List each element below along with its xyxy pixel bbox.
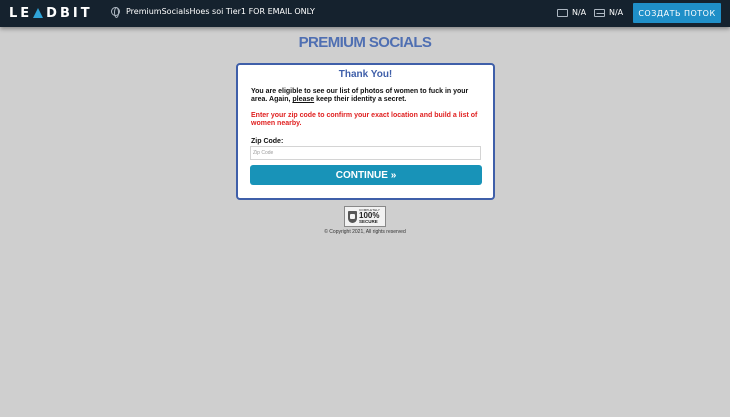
zip-warning-text: Enter your zip code to confirm your exac… [251,112,478,127]
continue-button[interactable]: CONTINUE » [250,165,482,185]
stat-balance[interactable]: N/A [557,8,586,17]
flow-name: PremiumSocialsHoes soi Tier1 FOR EMAIL O… [126,7,315,16]
triangle-a-icon [32,8,46,18]
brand-title: PREMIUM SOCIALS [298,34,432,51]
logo-text-right: DBIT [46,5,93,21]
zip-label: Zip Code: [251,138,284,145]
eligibility-text: You are eligible to see our list of phot… [251,88,483,104]
please-text: please [292,96,315,103]
zip-code-input[interactable] [250,146,481,160]
shield-lock-icon [348,210,357,223]
create-flow-button[interactable]: СОЗДАТЬ ПОТОК [633,3,721,23]
card-icon [557,8,568,17]
logo-text-left: LE [9,5,33,21]
stat-messages[interactable]: N/A [594,8,623,17]
secure-badge-mid: SECURE [359,218,378,224]
secure-badge: COMPLETELY 100% SECURE [344,206,386,227]
copyright-text: © Copyright 2021, All rights reserved [324,229,406,235]
globe-icon [111,7,120,18]
top-navbar: LE DBIT PremiumSocialsHoes soi Tier1 FOR… [0,0,730,27]
flow-selector[interactable]: PremiumSocialsHoes soi Tier1 FOR EMAIL O… [111,7,315,18]
stat-balance-value: N/A [572,8,587,17]
secure-badge-text: COMPLETELY 100% SECURE [359,208,380,225]
leadbit-logo[interactable]: LE DBIT [9,5,93,21]
stat-messages-value: N/A [609,8,624,17]
card-title: Thank You! [338,69,393,80]
eligibility-text-part2: keep their identity a secret. [314,96,407,103]
zip-form-card: Thank You! You are eligible to see our l… [236,63,495,200]
mail-icon [594,8,605,17]
